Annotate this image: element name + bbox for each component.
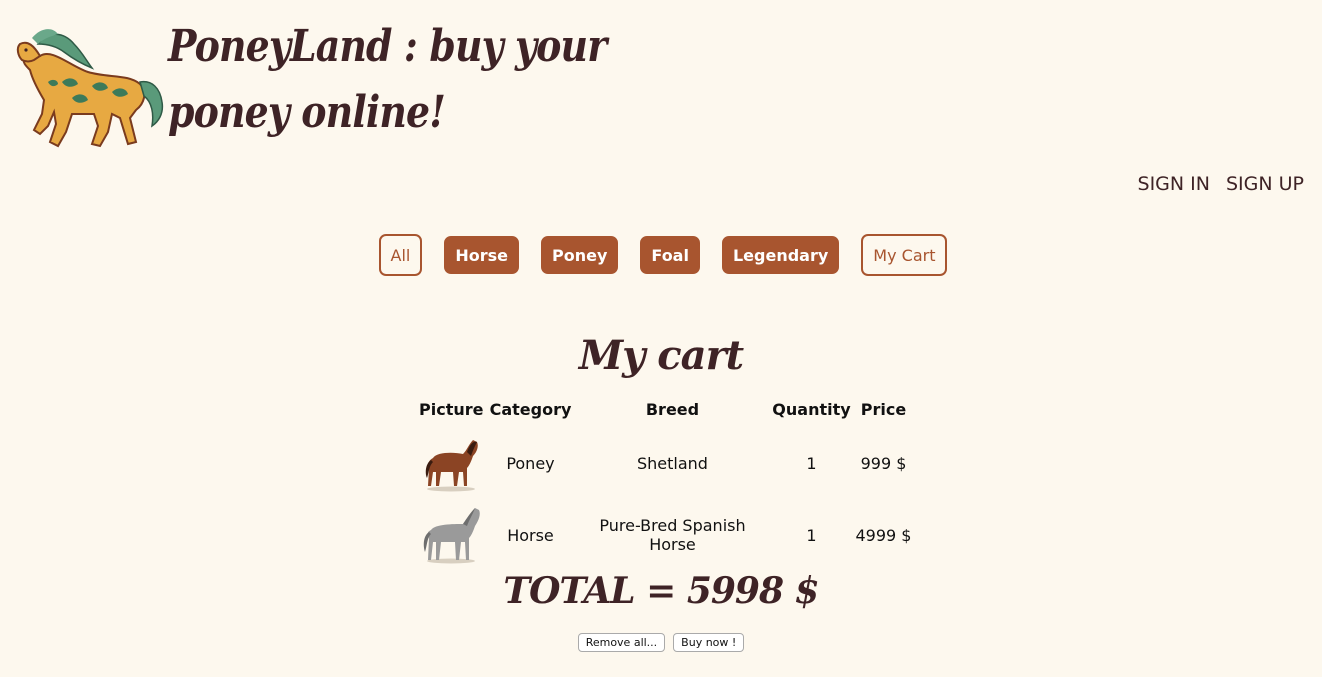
category-cell: Horse bbox=[507, 525, 554, 545]
picture-cell bbox=[417, 427, 485, 499]
quantity-cell: 1 bbox=[806, 453, 817, 473]
table-row: Poney Shetland 1 999 $ bbox=[417, 427, 913, 499]
picture-cell bbox=[417, 499, 485, 571]
nav-my-cart-button[interactable]: My Cart bbox=[861, 234, 948, 276]
grey-horse-icon bbox=[424, 508, 481, 564]
nav-all-button[interactable]: All bbox=[378, 234, 423, 276]
site-title: PoneyLand : buy your poney online! bbox=[168, 21, 607, 138]
table-row: Horse Pure-Bred Spanish Horse 1 4999 $ bbox=[417, 499, 913, 571]
cart-total: TOTAL = 5998 $ bbox=[503, 570, 819, 612]
nav-foal-button[interactable]: Foal bbox=[640, 236, 700, 274]
category-nav: All Horse Poney Foal Legendary My Cart bbox=[0, 234, 1322, 276]
cart-header-row: Picture Category Breed Quantity Price bbox=[417, 396, 913, 427]
column-header-picture: Picture bbox=[419, 400, 484, 419]
remove-all-button[interactable]: Remove all... bbox=[577, 633, 666, 652]
column-header-breed: Breed bbox=[645, 400, 700, 419]
column-header-price: Price bbox=[860, 400, 907, 419]
breed-cell: Shetland bbox=[637, 453, 708, 473]
column-header-quantity: Quantity bbox=[772, 400, 851, 419]
horse-logo-icon bbox=[16, 29, 164, 148]
nav-poney-button[interactable]: Poney bbox=[541, 236, 619, 274]
sign-in-link[interactable]: SIGN IN bbox=[1138, 173, 1210, 195]
brown-pony-icon bbox=[426, 440, 479, 492]
cart-title: My cart bbox=[578, 332, 744, 379]
auth-links: SIGN IN SIGN UP bbox=[1138, 173, 1304, 195]
nav-legendary-button[interactable]: Legendary bbox=[721, 236, 840, 274]
category-cell: Poney bbox=[506, 453, 555, 473]
column-header-category: Category bbox=[489, 400, 572, 419]
buy-now-button[interactable]: Buy now ! bbox=[673, 633, 745, 652]
quantity-cell: 1 bbox=[806, 525, 817, 545]
price-cell: 4999 $ bbox=[855, 525, 912, 545]
cart-actions: Remove all... Buy now ! bbox=[0, 633, 1322, 652]
cart-table: Picture Category Breed Quantity Price Po… bbox=[417, 396, 913, 571]
sign-up-link[interactable]: SIGN UP bbox=[1226, 173, 1304, 195]
price-cell: 999 $ bbox=[860, 453, 907, 473]
breed-cell: Pure-Bred Spanish Horse bbox=[599, 516, 746, 554]
nav-horse-button[interactable]: Horse bbox=[444, 236, 520, 274]
